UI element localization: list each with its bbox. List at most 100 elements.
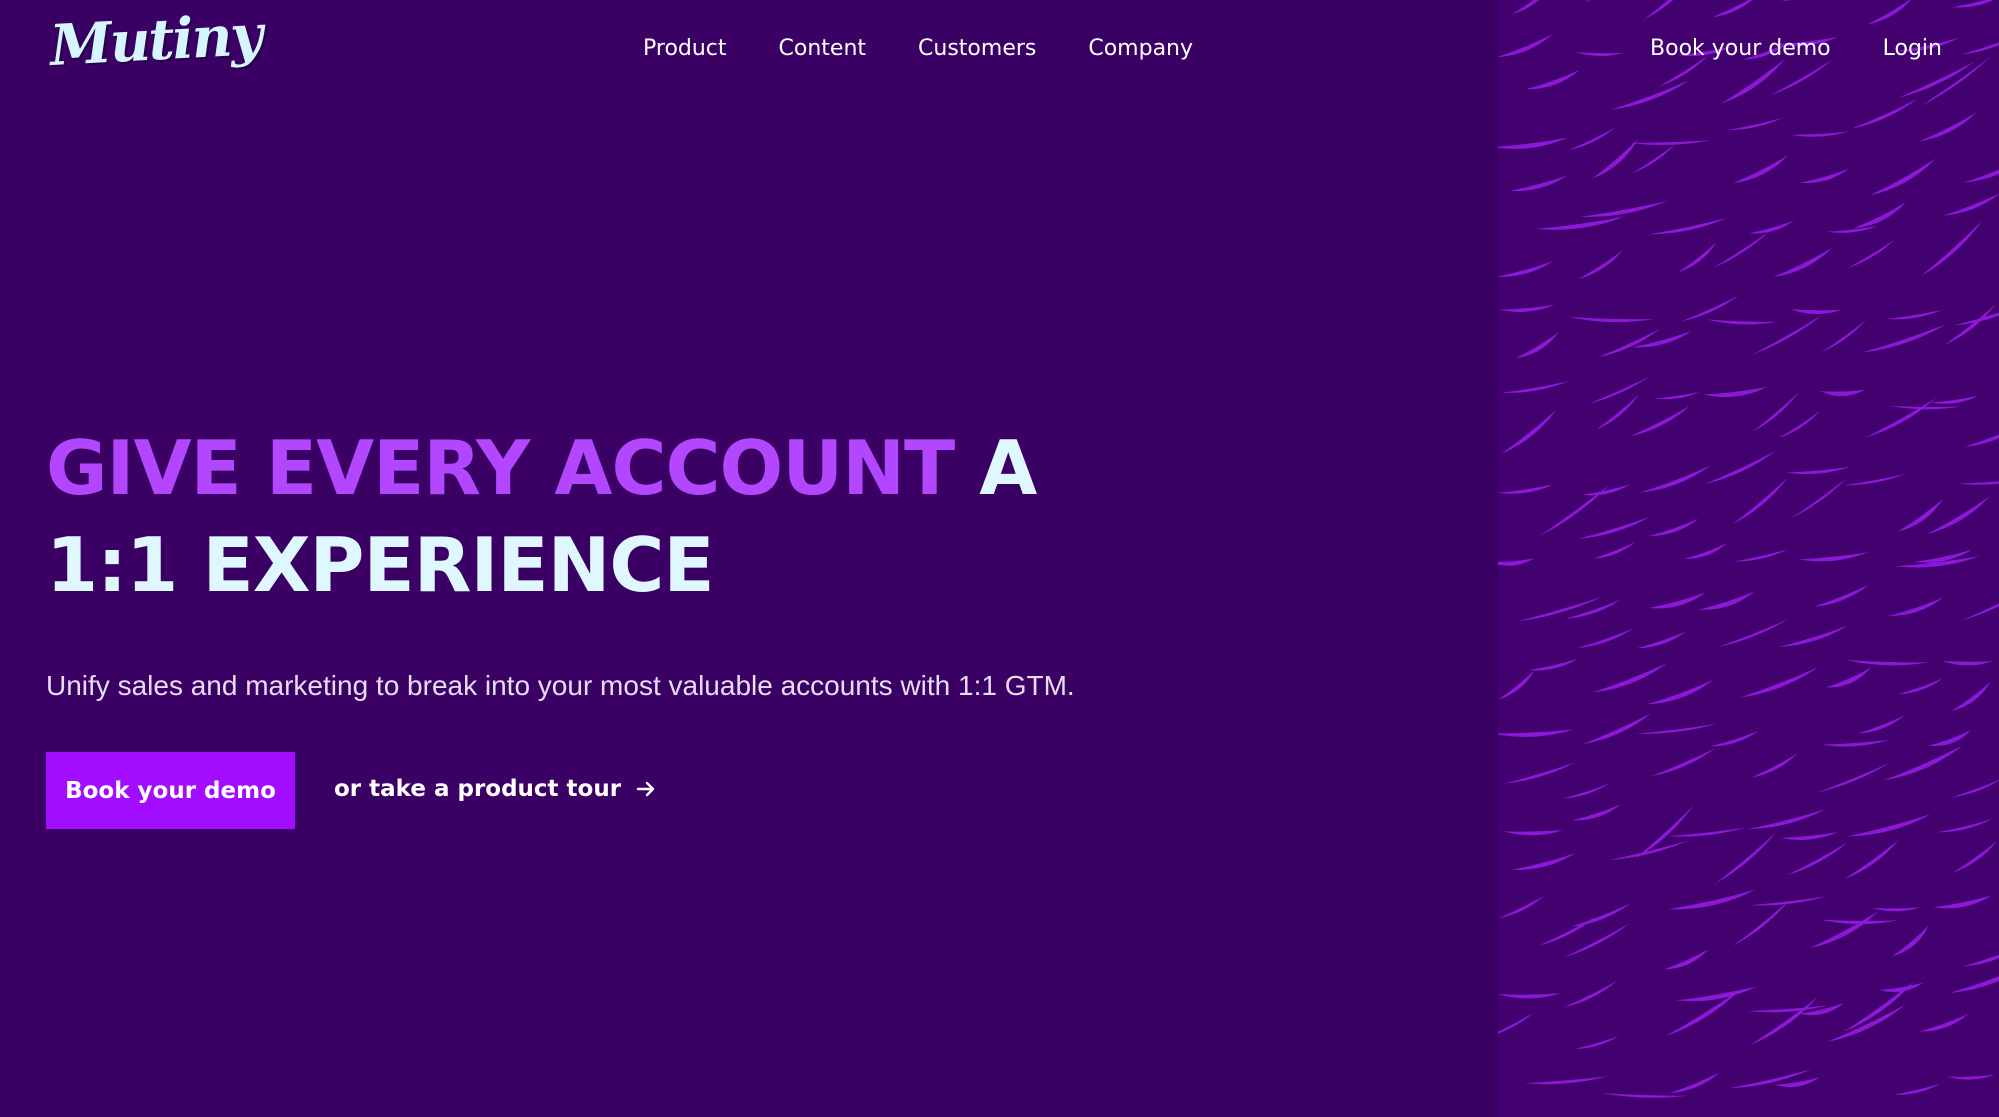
mutiny-logo[interactable]: Mutiny (48, 2, 262, 79)
feather-stroke (1650, 747, 1716, 777)
feather-stroke (1667, 827, 1746, 837)
feather-stroke (1636, 723, 1718, 734)
feather-stroke (1751, 313, 1825, 356)
feather-stroke (1726, 117, 1783, 131)
feather-stroke (1710, 731, 1759, 747)
feather-stroke (1681, 295, 1739, 322)
feather-stroke (1752, 392, 1799, 432)
feather-stroke (1944, 304, 1996, 345)
feather-stroke (1879, 982, 1924, 993)
feather-stroke (1926, 496, 1990, 535)
feather-stroke (1739, 667, 1819, 698)
feather-stroke (1563, 923, 1630, 958)
feather-stroke (1515, 332, 1559, 359)
feather-stroke (1684, 543, 1728, 559)
feather-stroke (1643, 0, 1674, 21)
feather-stroke (1732, 155, 1789, 184)
feather-stroke (1865, 397, 1937, 438)
decorative-pattern-panel (1498, 0, 1999, 1117)
feather-stroke (1668, 889, 1756, 910)
feather-stroke (1920, 57, 1991, 107)
feather-stroke (1897, 678, 1943, 695)
feather-stroke (1523, 1076, 1608, 1085)
feather-stroke (1919, 112, 1977, 142)
feather-stroke (1577, 250, 1623, 280)
feather-stroke (1790, 309, 1843, 315)
feather-stroke (1504, 762, 1576, 784)
feather-stroke (1676, 986, 1757, 1002)
feather-stroke (1963, 169, 1999, 183)
feather-stroke (1663, 949, 1709, 970)
feather-stroke (1750, 896, 1828, 906)
nav-link-customers[interactable]: Customers (918, 36, 1036, 62)
feather-stroke (1773, 247, 1833, 277)
feather-stroke (1536, 216, 1625, 230)
feather-stroke (1647, 679, 1714, 705)
feather-stroke (1592, 541, 1636, 559)
feather-stroke (1639, 465, 1711, 493)
feather-stroke (1669, 1072, 1720, 1094)
feather-stroke (1870, 158, 1936, 196)
product-tour-link[interactable]: or take a product tour (334, 776, 657, 802)
nav-link-company[interactable]: Company (1088, 36, 1193, 62)
feather-stroke (1786, 466, 1852, 475)
feather-stroke (1500, 409, 1557, 455)
feather-stroke (1790, 131, 1849, 137)
feather-stroke (1711, 0, 1753, 18)
feather-stroke (1843, 473, 1907, 486)
feather-stroke (1649, 592, 1706, 609)
feather-stroke (1498, 558, 1535, 566)
book-demo-button[interactable]: Book your demo (46, 752, 295, 829)
feather-stroke (1867, 0, 1911, 25)
feather-stroke (1791, 477, 1848, 518)
feather-stroke (1883, 745, 1963, 781)
nav-link-product[interactable]: Product (643, 36, 727, 62)
feather-stroke (1577, 516, 1651, 539)
nav-link-content[interactable]: Content (779, 36, 867, 62)
feather-stroke (1861, 324, 1946, 353)
feather-stroke (1630, 405, 1691, 437)
feather-stroke (1539, 916, 1596, 946)
feather-stroke (1584, 0, 1592, 2)
feather-stroke (1601, 1093, 1688, 1098)
feather-stroke (1712, 231, 1770, 269)
feather-stroke (1888, 597, 1944, 616)
feather-stroke (1886, 309, 1944, 320)
feather-stroke (1779, 625, 1848, 647)
feather-stroke (1780, 832, 1839, 841)
feather-stroke (1871, 907, 1921, 912)
feather-stroke (1897, 498, 1944, 532)
feather-stroke (1732, 900, 1790, 946)
nav-login-link[interactable]: Login (1883, 36, 1942, 62)
feather-stroke (1820, 319, 1867, 353)
feather-stroke (1947, 1074, 1996, 1080)
feather-stroke (1526, 69, 1580, 90)
feather-stroke (1631, 143, 1676, 174)
feather-stroke (1591, 138, 1639, 179)
feather-stroke (1930, 395, 1979, 404)
feather-stroke (1820, 389, 1866, 397)
feather-stroke (1920, 220, 1983, 277)
feather-stroke (1951, 681, 1991, 712)
feather-stroke (1706, 319, 1778, 325)
feather-stroke (1610, 80, 1690, 110)
feather-stroke (1748, 220, 1795, 234)
main-navigation: Product Content Customers Company (643, 36, 1193, 62)
feather-stroke (1528, 658, 1578, 671)
feather-stroke (1951, 0, 1994, 8)
feather-stroke (1501, 381, 1569, 394)
feather-stroke (1608, 840, 1689, 861)
feather-stroke (1498, 1012, 1534, 1034)
feather-stroke (1853, 202, 1906, 229)
feather-stroke (1498, 484, 1554, 494)
utility-navigation: Book your demo Login (1650, 36, 1942, 62)
feather-stroke (1821, 739, 1890, 747)
feather-stroke (1891, 925, 1929, 957)
feather-stroke (1893, 1083, 1941, 1095)
product-tour-label: or take a product tour (334, 776, 622, 802)
nav-book-demo-link[interactable]: Book your demo (1650, 36, 1831, 62)
feather-stroke (1961, 42, 1999, 55)
feather-stroke (1858, 715, 1906, 734)
feather-stroke (1581, 484, 1631, 496)
feather-stroke (1498, 34, 1553, 58)
